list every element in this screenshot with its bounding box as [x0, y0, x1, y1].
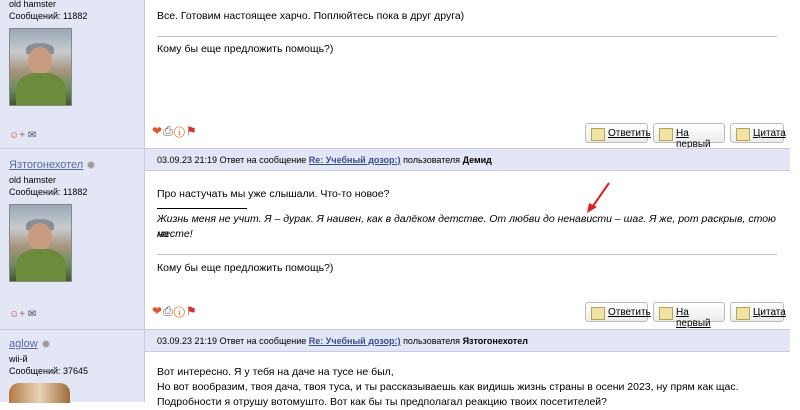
user-title: old hamster: [9, 175, 57, 185]
post-text-line: Все. Готовим настоящее харчо. Поплюйтесь…: [157, 10, 465, 22]
red-arrow-annotation: [587, 182, 610, 213]
quote-text: Про настучать мы уже слышали. Что-то нов…: [157, 188, 390, 200]
add-friend-icon[interactable]: ☺+: [9, 309, 25, 320]
signature: Кому бы еще предложить помощь?): [157, 262, 334, 274]
user-title: wii-й: [9, 354, 28, 364]
username-link[interactable]: Язтогонехотел: [9, 159, 83, 171]
report-icon[interactable]: ⚑: [186, 304, 198, 318]
username-link[interactable]: aglow: [9, 338, 38, 350]
user-panel: old hamster Сообщений: 11882 ☺+ ✉: [0, 0, 145, 148]
post-text-line: месте!: [157, 228, 193, 240]
reply-to-user: Язтогонехотел: [462, 336, 528, 346]
user-panel: aglow wii-й Сообщений: 37645: [0, 330, 145, 403]
user-action-icons[interactable]: ☺+ ✉: [9, 130, 36, 141]
user-messages: Сообщений: 11882: [9, 187, 88, 197]
post-content: 03.09.23 21:19 Ответ на сообщение Re: Уч…: [145, 149, 790, 330]
post-header: 03.09.23 21:19 Ответ на сообщение Re: Уч…: [145, 330, 790, 352]
user-prefix: пользователя: [403, 155, 461, 165]
reply-button[interactable]: Ответить: [585, 123, 651, 143]
post-actions[interactable]: ❤⎙ⓘ⚑: [152, 304, 198, 319]
post-date: 03.09.23 21:19: [157, 155, 218, 165]
page-right-margin: [790, 0, 800, 401]
quote-icon: [736, 128, 750, 141]
info-icon[interactable]: ⓘ: [174, 304, 186, 318]
reply-icon: [591, 307, 605, 320]
info-icon[interactable]: ⓘ: [174, 124, 186, 138]
first-icon: [659, 128, 673, 141]
topic-link[interactable]: Re: Учебный дозор:): [309, 336, 401, 346]
post-content: Все. Готовим настоящее харчо. Поплюйтесь…: [145, 0, 790, 150]
post-2: Язтогонехотел old hamster Сообщений: 118…: [0, 148, 790, 330]
signature-divider: [157, 36, 777, 37]
post-text-line: Подробности я отрушу вотомушто. Вот как …: [157, 396, 608, 408]
post-date: 03.09.23 21:19: [157, 336, 218, 346]
quote-divider: [157, 208, 247, 209]
post-content: 03.09.23 21:19 Ответ на сообщение Re: Уч…: [145, 330, 790, 408]
heart-icon[interactable]: ❤: [152, 124, 163, 138]
topic-link[interactable]: Re: Учебный дозор:): [309, 155, 401, 165]
post-header: 03.09.23 21:19 Ответ на сообщение Re: Уч…: [145, 149, 790, 171]
to-first-button[interactable]: На первый: [653, 302, 725, 329]
online-status-icon: [87, 161, 96, 170]
user-prefix: пользователя: [403, 336, 461, 346]
avatar[interactable]: [9, 28, 72, 106]
post-1: old hamster Сообщений: 11882 ☺+ ✉ Все. Г…: [0, 0, 790, 150]
report-icon[interactable]: ⚑: [186, 124, 198, 138]
answer-prefix: Ответ на сообщение: [219, 155, 307, 165]
avatar[interactable]: [9, 204, 72, 282]
post-text-line: Вот интересно. Я у тебя на даче на тусе …: [157, 366, 394, 378]
signature: Кому бы еще предложить помощь?): [157, 43, 334, 55]
user-action-icons[interactable]: ☺+ ✉: [9, 309, 36, 320]
post-text-line: Но вот вообразим, твоя дача, твоя туса, …: [157, 381, 739, 393]
heart-icon[interactable]: ❤: [152, 304, 163, 318]
message-icon[interactable]: ✉: [28, 309, 36, 320]
print-icon[interactable]: ⎙: [163, 304, 174, 318]
message-icon[interactable]: ✉: [28, 130, 36, 141]
user-panel: Язтогонехотел old hamster Сообщений: 118…: [0, 149, 145, 330]
quote-button[interactable]: Цитата: [730, 123, 786, 143]
print-icon[interactable]: ⎙: [163, 124, 174, 138]
quote-icon: [736, 307, 750, 320]
reply-icon: [591, 128, 605, 141]
to-first-button[interactable]: На первый: [653, 123, 725, 150]
reply-button[interactable]: Ответить: [585, 302, 651, 322]
reply-to-user: Демид: [462, 155, 492, 165]
first-icon: [659, 307, 673, 320]
avatar[interactable]: [9, 383, 70, 403]
quote-button[interactable]: Цитата: [730, 302, 786, 322]
user-messages: Сообщений: 11882: [9, 11, 88, 21]
post-3: aglow wii-й Сообщений: 37645 03.09.23 21…: [0, 329, 790, 408]
online-status-icon: [41, 340, 50, 349]
user-messages: Сообщений: 37645: [9, 366, 89, 376]
answer-prefix: Ответ на сообщение: [219, 336, 307, 346]
user-title: old hamster: [9, 0, 57, 9]
add-friend-icon[interactable]: ☺+: [9, 130, 25, 141]
post-actions[interactable]: ❤⎙ⓘ⚑: [152, 124, 198, 139]
signature-divider: [157, 254, 777, 255]
